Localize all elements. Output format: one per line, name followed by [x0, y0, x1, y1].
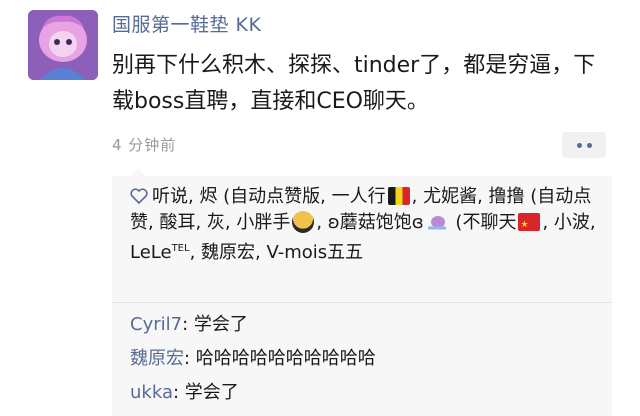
- more-dot-icon: [576, 142, 582, 148]
- likes-names: , 魏原宏, V-mois五五: [189, 242, 364, 263]
- comment-author[interactable]: ukka: [130, 382, 173, 403]
- comment-text: 学会了: [184, 382, 239, 403]
- avatar[interactable]: [28, 10, 98, 80]
- more-options-button[interactable]: [562, 132, 606, 158]
- comment-text: 学会了: [193, 314, 248, 335]
- likes-comments-divider: [112, 302, 612, 303]
- post-timestamp: 4 分钟前: [112, 136, 177, 154]
- comments-list: Cyril7: 学会了 魏原宏: 哈哈哈哈哈哈哈哈哈哈 ukka: 学会了: [130, 308, 600, 410]
- face-emoji-icon: [292, 211, 315, 233]
- heart-icon: [130, 188, 148, 204]
- avatar-image: [28, 10, 98, 80]
- comment-item[interactable]: ukka: 学会了: [130, 376, 600, 410]
- comment-text: 哈哈哈哈哈哈哈哈哈哈: [195, 348, 376, 369]
- likes-names: (不聊天: [449, 212, 517, 233]
- tel-mark: TEL: [171, 243, 190, 254]
- snail-emoji-icon: [427, 216, 446, 230]
- likes-names: , ʚ蘑菇饱饱ɞ: [316, 212, 424, 233]
- belgium-flag-icon: [387, 187, 410, 205]
- comment-author[interactable]: Cyril7: [130, 314, 182, 335]
- comment-author[interactable]: 魏原宏: [130, 348, 184, 369]
- post-author-name[interactable]: 国服第一鞋垫 KK: [112, 10, 261, 37]
- likes-names: 听说, 烬 (自动点赞版, 一人行: [152, 186, 386, 207]
- china-flag-icon: [518, 212, 541, 238]
- post-content: 别再下什么积木、探探、tinder了，都是穷逼，下载boss直聘，直接和CEO聊…: [112, 53, 596, 114]
- likes-list: 听说, 烬 (自动点赞版, 一人行, 尤妮酱, 撸撸 (自动点赞, 酸耳, 灰,…: [130, 184, 600, 266]
- interaction-panel: 听说, 烬 (自动点赞版, 一人行, 尤妮酱, 撸撸 (自动点赞, 酸耳, 灰,…: [112, 168, 612, 416]
- comment-item[interactable]: Cyril7: 学会了: [130, 308, 600, 342]
- comment-item[interactable]: 魏原宏: 哈哈哈哈哈哈哈哈哈哈: [130, 342, 600, 376]
- more-dot-icon: [586, 142, 592, 148]
